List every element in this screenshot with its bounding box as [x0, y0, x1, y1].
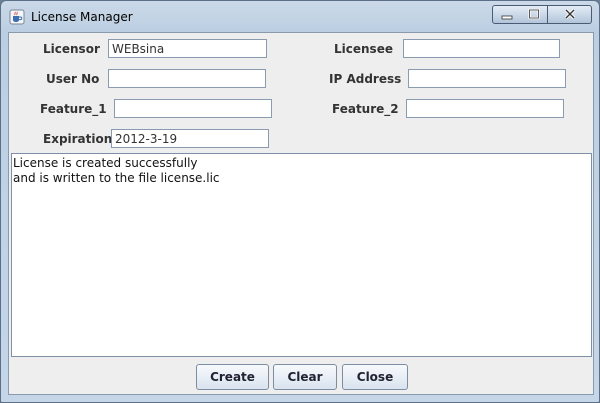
close-icon — [564, 8, 575, 20]
maximize-button[interactable] — [520, 5, 548, 24]
feature-1-field[interactable] — [114, 99, 272, 118]
feature-1-label: Feature_1 — [40, 102, 107, 116]
close-window-button[interactable] — [548, 5, 592, 24]
license-manager-window: License Manager Licensor WEBsina License… — [0, 0, 600, 403]
create-button[interactable]: Create — [196, 364, 269, 390]
licensee-label: Licensee — [334, 42, 393, 56]
licensor-label: Licensor — [43, 42, 100, 56]
output-line: and is written to the file license.lic — [13, 171, 220, 185]
window-title: License Manager — [31, 10, 133, 24]
user-no-label: User No — [46, 72, 100, 86]
java-cup-icon — [9, 9, 25, 25]
ip-address-field[interactable] — [408, 69, 566, 88]
licensor-field[interactable]: WEBsina — [108, 39, 267, 58]
output-line: License is created successfully — [13, 156, 198, 170]
title-bar[interactable]: License Manager — [1, 1, 599, 32]
licensee-field[interactable] — [403, 39, 560, 58]
expiration-label: Expiration — [43, 132, 113, 146]
maximize-icon — [527, 8, 540, 20]
output-text-area[interactable]: License is created successfully and is w… — [11, 153, 592, 357]
expiration-field[interactable]: 2012-3-19 — [111, 129, 269, 148]
minimize-button[interactable] — [492, 5, 521, 24]
user-no-field[interactable] — [108, 69, 266, 88]
close-button[interactable]: Close — [342, 364, 408, 390]
minimize-icon — [501, 15, 512, 20]
feature-2-label: Feature_2 — [332, 102, 399, 116]
feature-2-field[interactable] — [406, 99, 564, 118]
clear-button[interactable]: Clear — [273, 364, 337, 390]
content-panel: Licensor WEBsina Licensee User No IP Add… — [8, 32, 594, 395]
ip-address-label: IP Address — [329, 72, 402, 86]
